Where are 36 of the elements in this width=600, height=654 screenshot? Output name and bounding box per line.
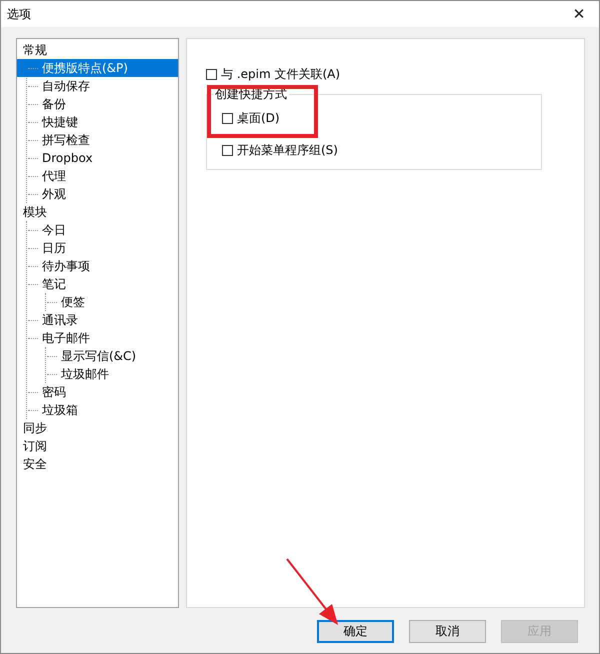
tree-item[interactable]: 备份 <box>41 95 178 113</box>
tree-item[interactable]: 电子邮件 <box>41 329 178 347</box>
checkbox-icon[interactable] <box>222 144 233 156</box>
tree-item[interactable]: 便签 <box>60 293 178 311</box>
tree-item[interactable]: 显示写信(&C) <box>60 347 178 365</box>
tree-item[interactable]: Dropbox <box>41 149 178 167</box>
tree-item[interactable]: 通讯录 <box>41 311 178 329</box>
tree-item[interactable]: 安全 <box>22 455 178 473</box>
tree-item[interactable]: 外观 <box>41 185 178 203</box>
checkbox-icon[interactable] <box>222 112 233 124</box>
tree-item[interactable]: 垃圾邮件 <box>60 365 178 383</box>
checkbox-label: 桌面(D) <box>237 110 280 127</box>
dialog-button[interactable]: 取消 <box>409 620 486 643</box>
tree-item[interactable]: 订阅 <box>22 437 178 455</box>
tree-item[interactable]: 今日 <box>41 221 178 239</box>
tree-item[interactable]: 模块 <box>22 203 178 221</box>
close-button[interactable]: ✕ <box>559 1 599 27</box>
tree-item[interactable]: 同步 <box>22 419 178 437</box>
tree-item[interactable]: 密码 <box>41 383 178 401</box>
tree-item[interactable]: 待办事项 <box>41 257 178 275</box>
tree-item[interactable]: 拼写检查 <box>41 131 178 149</box>
associate-checkbox[interactable]: 与 .epim 文件关联(A) <box>206 65 584 83</box>
tree-item[interactable]: 便携版特点(&P) <box>17 59 178 77</box>
window-title: 选项 <box>7 6 31 22</box>
tree-item[interactable]: 垃圾箱 <box>41 401 178 419</box>
tree-item[interactable]: 快捷键 <box>41 113 178 131</box>
arrow-icon <box>285 557 341 627</box>
tree-item[interactable]: 自动保存 <box>41 77 178 95</box>
tree-item[interactable]: 常规 <box>22 41 178 59</box>
tree-item[interactable]: 代理 <box>41 167 178 185</box>
checkbox-label: 开始菜单程序组(S) <box>237 142 338 159</box>
checkbox-label: 与 .epim 文件关联(A) <box>221 66 340 83</box>
tree-item[interactable]: 日历 <box>41 239 178 257</box>
checkbox-icon[interactable] <box>206 68 217 80</box>
dialog-button[interactable]: 确定 <box>317 620 394 643</box>
tree-item[interactable]: 笔记 <box>41 275 178 293</box>
